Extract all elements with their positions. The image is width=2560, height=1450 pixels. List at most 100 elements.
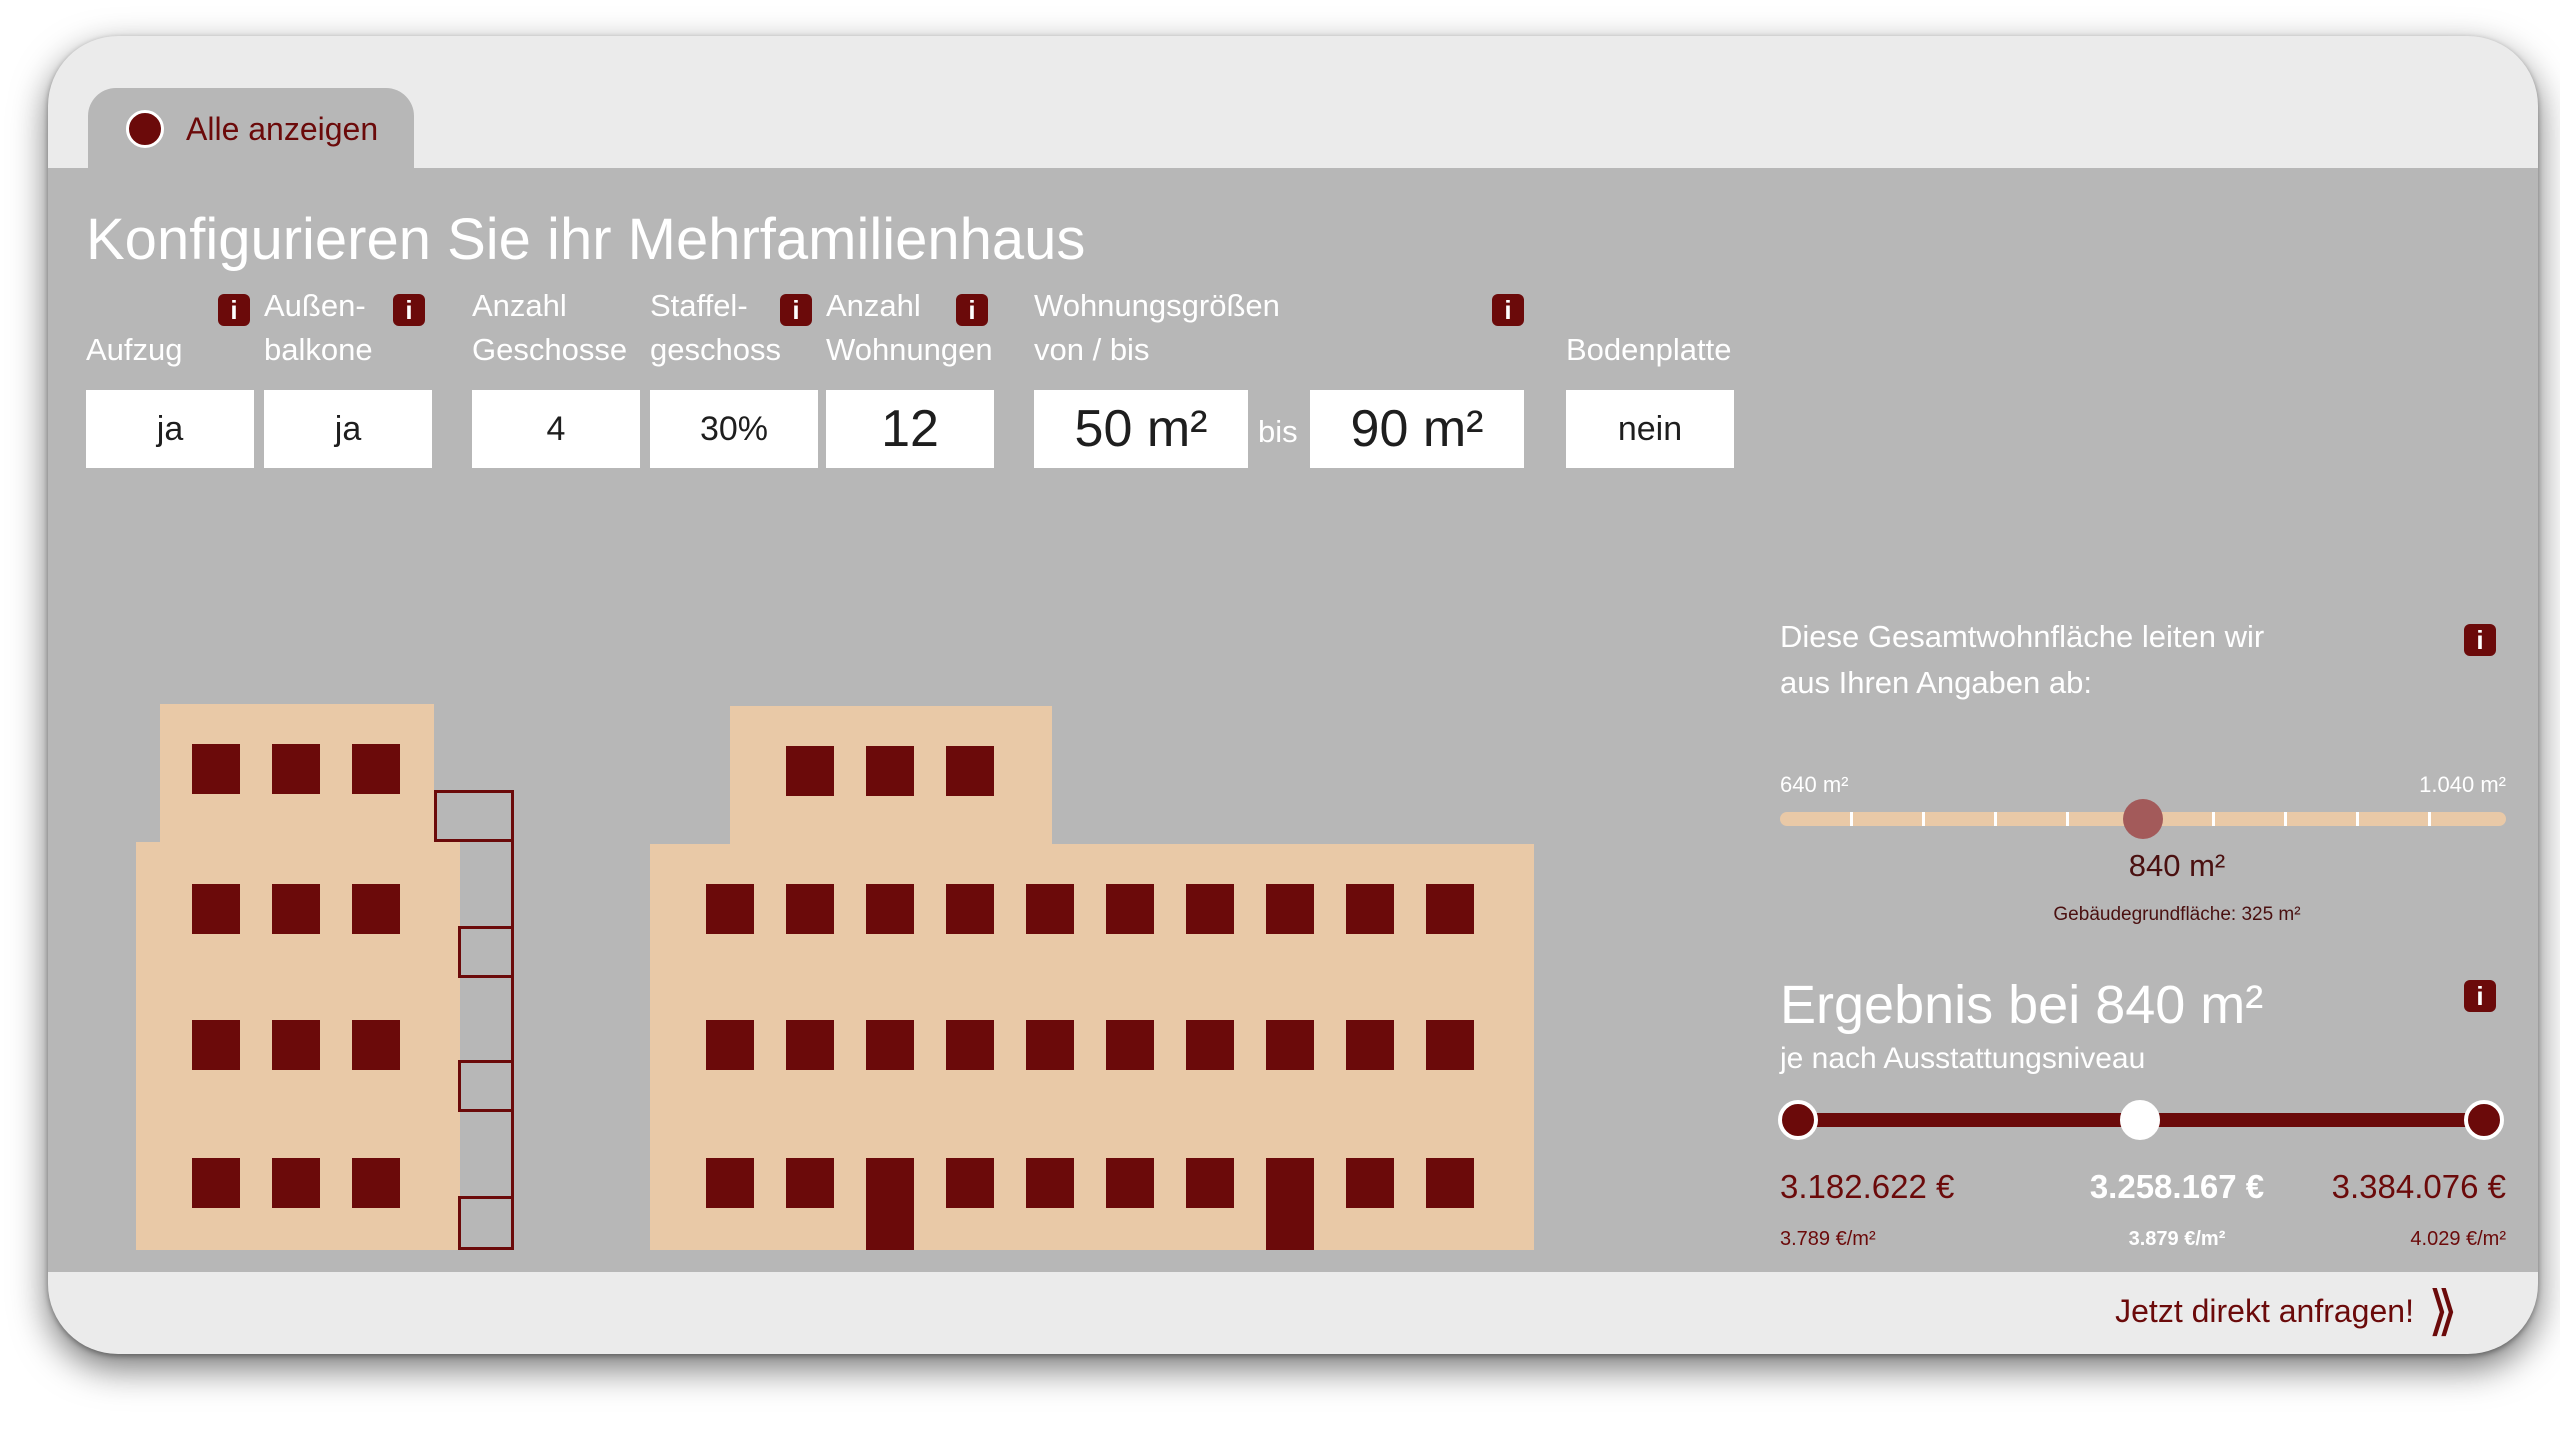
- size-from-field[interactable]: 50 m²: [1034, 390, 1248, 468]
- price-low-marker[interactable]: [1778, 1100, 1818, 1140]
- window: [1266, 1020, 1314, 1070]
- price-mid-marker[interactable]: [2120, 1100, 2160, 1140]
- window: [352, 884, 400, 934]
- window: [1346, 884, 1394, 934]
- geschosse-field[interactable]: 4: [472, 390, 640, 468]
- double-chevron-right-icon: ⟫: [2427, 1281, 2458, 1341]
- staffelgeschoss-label-2: geschoss: [650, 332, 781, 367]
- size-to-field[interactable]: 90 m²: [1310, 390, 1524, 468]
- window: [866, 1020, 914, 1070]
- config-panel: Konfigurieren Sie ihr Mehrfamilienhaus A…: [48, 168, 2538, 1272]
- price-high-marker[interactable]: [2464, 1100, 2504, 1140]
- staffelgeschoss-field[interactable]: 30%: [650, 390, 818, 468]
- window: [1266, 884, 1314, 934]
- window: [1346, 1020, 1394, 1070]
- area-slider[interactable]: [1780, 799, 2506, 839]
- staffelgeschoss-label-1: Staffel-: [650, 288, 748, 323]
- area-info-icon[interactable]: i: [2464, 624, 2496, 656]
- window: [1186, 884, 1234, 934]
- slider-tick: [2212, 812, 2215, 826]
- footprint-label: Gebäudegrundfläche: 325 m²: [2053, 904, 2301, 925]
- window: [352, 744, 400, 794]
- show-all-tab[interactable]: Alle anzeigen: [88, 88, 414, 170]
- price-low-per-m2: 3.789 €/m²: [1780, 1228, 1876, 1250]
- request-link[interactable]: Jetzt direkt anfragen! ⟫: [2115, 1281, 2458, 1341]
- window: [1106, 884, 1154, 934]
- aufzug-field[interactable]: ja: [86, 390, 254, 468]
- window: [272, 1158, 320, 1208]
- wohnungsgroessen-label-1: Wohnungsgrößen: [1034, 288, 1280, 323]
- slider-tick: [1994, 812, 1997, 826]
- window: [786, 884, 834, 934]
- window: [866, 884, 914, 934]
- window: [352, 1158, 400, 1208]
- geschosse-label-2: Geschosse: [472, 332, 628, 367]
- window: [1106, 1020, 1154, 1070]
- window: [946, 746, 994, 796]
- aufzug-info-icon[interactable]: i: [218, 294, 250, 326]
- wohnungen-label-2: Wohnungen: [826, 332, 993, 367]
- slider-tick: [1850, 812, 1853, 826]
- price-low: 3.182.622 €: [1780, 1168, 1955, 1205]
- window: [1426, 884, 1474, 934]
- balcony: [434, 790, 514, 842]
- window: [786, 1158, 834, 1208]
- wohnungen-info-icon[interactable]: i: [956, 294, 988, 326]
- area-slider-thumb[interactable]: [2123, 799, 2163, 839]
- configurator-card: Alle anzeigen Konfigurieren Sie ihr Mehr…: [48, 36, 2538, 1354]
- area-description-1: Diese Gesamtwohnfläche leiten wir: [1780, 619, 2265, 654]
- window: [1186, 1158, 1234, 1208]
- window: [1346, 1158, 1394, 1208]
- show-all-label: Alle anzeigen: [186, 110, 379, 147]
- staffelgeschoss-info-icon[interactable]: i: [780, 294, 812, 326]
- size-separator: bis: [1258, 414, 1298, 449]
- page-title: Konfigurieren Sie ihr Mehrfamilienhaus: [86, 207, 1086, 272]
- window: [1106, 1158, 1154, 1208]
- wohnungen-field[interactable]: 12: [826, 390, 994, 468]
- window: [706, 1158, 754, 1208]
- geschosse-label-1: Anzahl: [472, 288, 567, 323]
- window: [1186, 1020, 1234, 1070]
- window: [786, 1020, 834, 1070]
- door: [866, 1158, 914, 1250]
- result-subtitle: je nach Ausstattungsniveau: [1780, 1042, 2146, 1075]
- price-mid: 3.258.167 €: [2089, 1168, 2265, 1205]
- price-high: 3.384.076 €: [2331, 1168, 2506, 1205]
- aussenbalkone-label-1: Außen-: [264, 288, 366, 323]
- window: [1026, 1158, 1074, 1208]
- price-mid-per-m2: 3.879 €/m²: [2128, 1228, 2226, 1250]
- window: [1426, 1020, 1474, 1070]
- bodenplatte-label: Bodenplatte: [1566, 332, 1732, 367]
- window: [192, 1020, 240, 1070]
- area-value: 840 m²: [2128, 848, 2226, 883]
- aussenbalkone-label-2: balkone: [264, 332, 373, 367]
- aufzug-label: Aufzug: [86, 332, 183, 367]
- wohnungsgroessen-label-2: von / bis: [1034, 332, 1150, 367]
- slider-tick: [2428, 812, 2431, 826]
- bodenplatte-field[interactable]: nein: [1566, 390, 1734, 468]
- window: [866, 746, 914, 796]
- slider-tick: [1922, 812, 1925, 826]
- window: [946, 1158, 994, 1208]
- balcony-rail: [511, 842, 514, 1250]
- balcony: [458, 1196, 514, 1250]
- window: [1426, 1158, 1474, 1208]
- area-description-2: aus Ihren Angaben ab:: [1780, 665, 2092, 700]
- aussenbalkone-info-icon[interactable]: i: [393, 294, 425, 326]
- window: [192, 1158, 240, 1208]
- result-info-icon[interactable]: i: [2464, 980, 2496, 1012]
- result-title: Ergebnis bei 840 m²: [1780, 975, 2264, 1035]
- window: [1026, 1020, 1074, 1070]
- slider-tick: [2284, 812, 2287, 826]
- aussenbalkone-field[interactable]: ja: [264, 390, 432, 468]
- window: [272, 884, 320, 934]
- window: [272, 1020, 320, 1070]
- window: [352, 1020, 400, 1070]
- area-min-label: 640 m²: [1780, 772, 1849, 797]
- window: [272, 744, 320, 794]
- wohnungsgroessen-info-icon[interactable]: i: [1492, 294, 1524, 326]
- radio-dot-icon: [126, 110, 164, 148]
- window: [706, 884, 754, 934]
- window: [946, 1020, 994, 1070]
- balcony: [458, 926, 514, 978]
